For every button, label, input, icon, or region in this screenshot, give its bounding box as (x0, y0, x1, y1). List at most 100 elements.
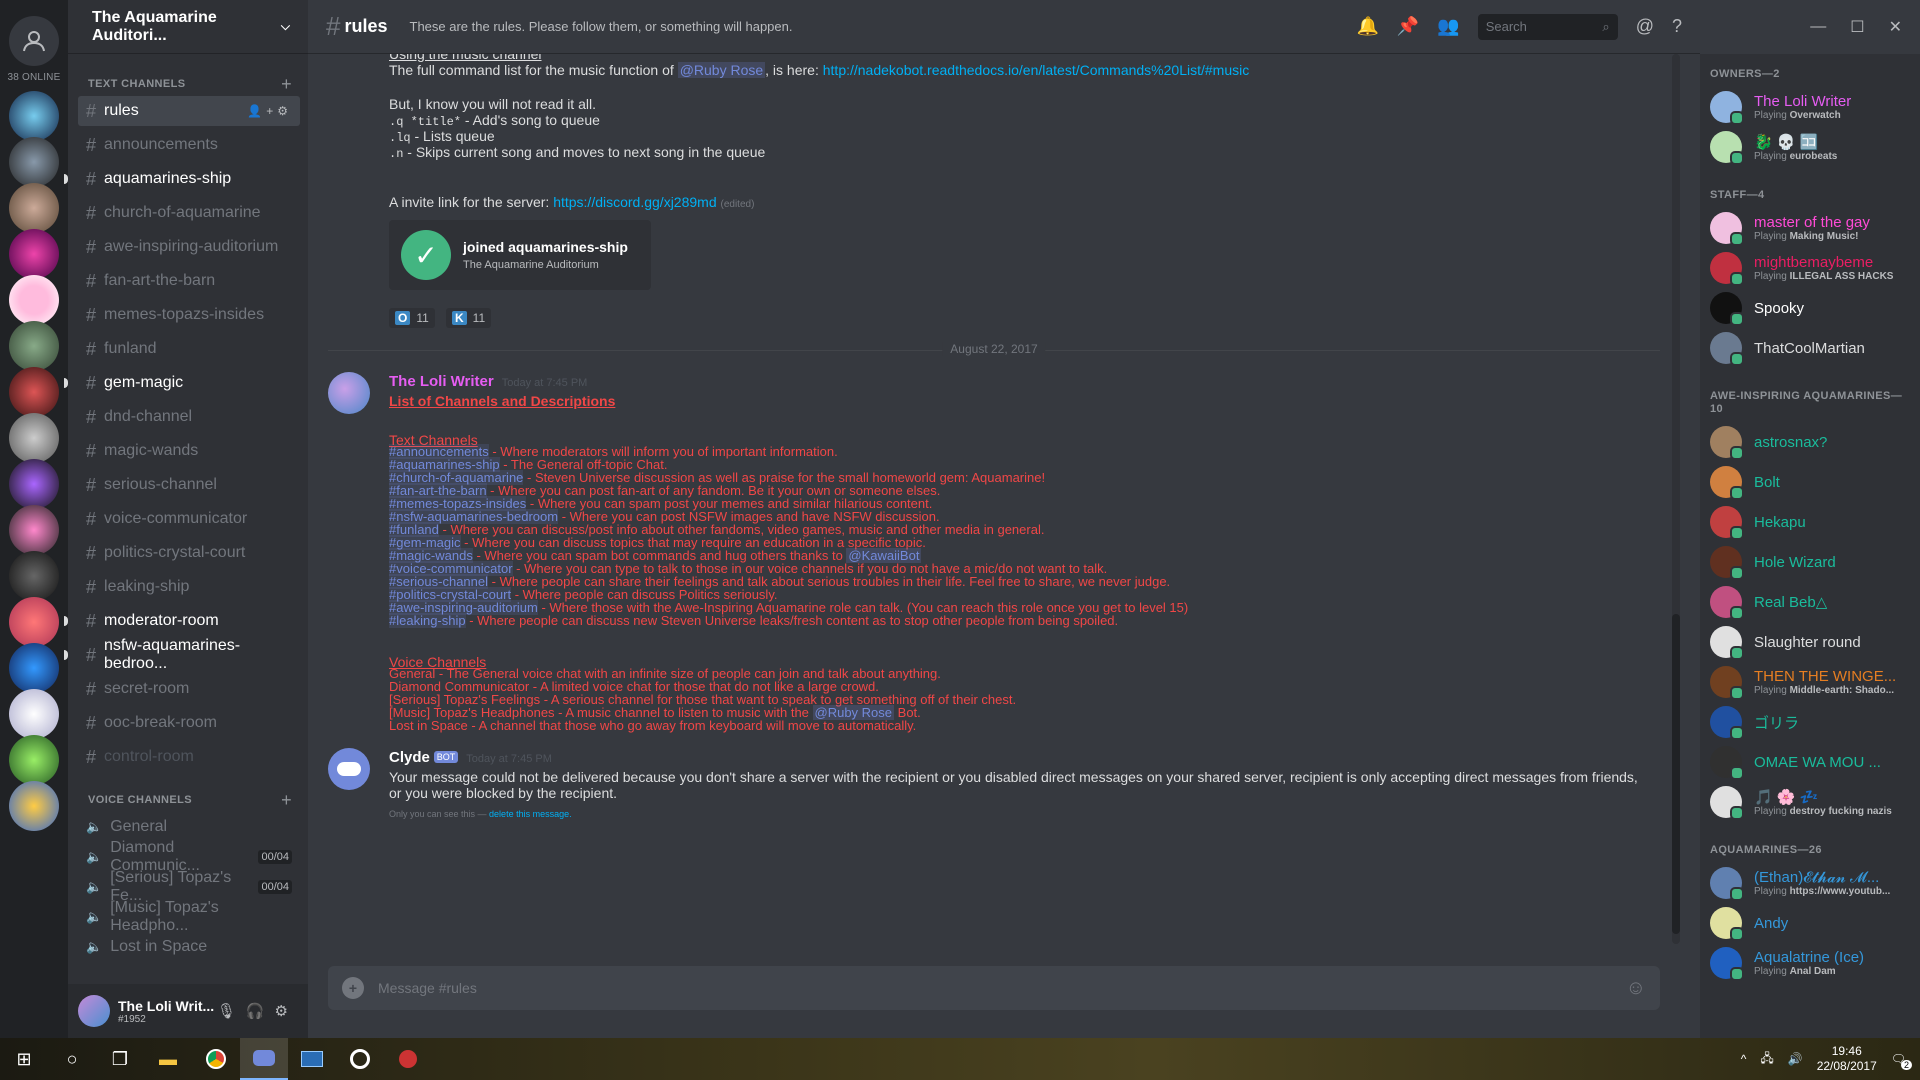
channel-item-voice-communicator[interactable]: # voice-communicator (78, 504, 300, 534)
channel-actions[interactable]: 👤+⚙ (247, 104, 292, 118)
member-item[interactable]: master of the gay Playing Making Music! (1700, 208, 1920, 248)
headphones-icon[interactable]: 🎧 (246, 1003, 275, 1020)
bell-icon[interactable]: 🔔 (1356, 16, 1378, 37)
member-item[interactable]: 🐉 💀 🈁 Playing eurobeats (1700, 127, 1920, 167)
channel-item-ooc-break-room[interactable]: # ooc-break-room (78, 708, 300, 738)
delete-message-link[interactable]: delete this message. (489, 809, 572, 819)
upload-plus-icon[interactable]: + (342, 977, 364, 999)
network-icon[interactable]: 🖧 (1760, 1049, 1773, 1070)
search-input[interactable]: Search ⌕ (1477, 13, 1618, 40)
file-explorer-icon[interactable]: ▬ (144, 1038, 192, 1080)
member-item[interactable]: Andy (1700, 903, 1920, 943)
server-icon[interactable] (9, 137, 59, 187)
clock[interactable]: 19:46 22/08/2017 (1817, 1044, 1877, 1074)
minimize-icon[interactable]: — (1810, 18, 1826, 36)
server-icon[interactable] (9, 643, 59, 693)
server-icon[interactable] (9, 275, 59, 325)
reaction[interactable]: O 11 (389, 308, 435, 328)
member-item[interactable]: Real Beb△ (1700, 582, 1920, 622)
server-icon[interactable] (9, 505, 59, 555)
channel-item-memes-topazs-insides[interactable]: # memes-topazs-insides (78, 300, 300, 330)
author-name[interactable]: The Loli Writer (389, 373, 494, 390)
server-icon[interactable] (9, 781, 59, 831)
avatar[interactable] (328, 372, 370, 414)
user-mention[interactable]: @Ruby Rose (677, 62, 766, 78)
cortana-icon[interactable]: ○ (48, 1038, 96, 1080)
server-icon[interactable] (9, 459, 59, 509)
message-composer[interactable]: + Message #rules ☺ (328, 966, 1660, 1010)
member-item[interactable]: OMAE WA MOU ... (1700, 742, 1920, 782)
add-channel-icon[interactable]: + (281, 74, 292, 95)
friends-home-button[interactable] (9, 16, 59, 66)
server-icon[interactable] (9, 229, 59, 279)
channel-item-aquamarines-ship[interactable]: # aquamarines-ship (64, 164, 300, 194)
channel-item-church-of-aquamarine[interactable]: # church-of-aquamarine (78, 198, 300, 228)
member-item[interactable]: mightbemaybeme Playing ILLEGAL ASS HACKS (1700, 248, 1920, 288)
member-item[interactable]: Slaughter round (1700, 622, 1920, 662)
channel-item-secret-room[interactable]: # secret-room (78, 674, 300, 704)
channel-item-control-room[interactable]: # control-room (78, 742, 300, 772)
channel-item-serious-channel[interactable]: # serious-channel (78, 470, 300, 500)
app-taskbar-icon[interactable] (384, 1038, 432, 1080)
voice-channel-item[interactable]: 🔈 General (78, 812, 300, 842)
add-channel-icon[interactable]: + (281, 790, 292, 811)
member-item[interactable]: Spooky (1700, 288, 1920, 328)
mention-icon[interactable]: @ (1636, 16, 1654, 37)
server-icon[interactable] (9, 321, 59, 371)
invite-embed[interactable]: ✓ joined aquamarines-ship The Aquamarine… (389, 220, 651, 290)
text-channels-category[interactable]: TEXT CHANNELS + (68, 72, 308, 96)
channel-item-politics-crystal-court[interactable]: # politics-crystal-court (78, 538, 300, 568)
server-icon[interactable] (9, 597, 59, 647)
windows-start-icon[interactable]: ⊞ (0, 1038, 48, 1080)
voice-channel-item[interactable]: 🔈 Lost in Space (78, 932, 300, 962)
music-doc-link[interactable]: http://nadekobot.readthedocs.io/en/lates… (823, 62, 1249, 78)
chevron-up-icon[interactable]: ^ (1741, 1052, 1747, 1066)
scrollbar-thumb[interactable] (1672, 614, 1680, 934)
channel-item-rules[interactable]: # rules 👤+⚙ (78, 96, 300, 126)
close-icon[interactable]: ✕ (1889, 17, 1902, 37)
member-item[interactable]: Hekapu (1700, 502, 1920, 542)
server-icon[interactable] (9, 689, 59, 739)
member-item[interactable]: Aqualatrine (Ice) Playing Anal Dam (1700, 943, 1920, 983)
maximize-icon[interactable]: ☐ (1850, 17, 1864, 37)
member-item[interactable]: The Loli Writer Playing Overwatch (1700, 87, 1920, 127)
channel-item-announcements[interactable]: # announcements (78, 130, 300, 160)
server-icon[interactable] (9, 735, 59, 785)
avatar[interactable] (328, 748, 370, 790)
channel-item-leaking-ship[interactable]: # leaking-ship (78, 572, 300, 602)
reaction[interactable]: K 11 (446, 308, 492, 328)
invite-link[interactable]: https://discord.gg/xj289md (553, 194, 716, 210)
pin-icon[interactable]: 📌 (1397, 16, 1419, 37)
channel-item-moderator-room[interactable]: # moderator-room (64, 606, 300, 636)
guild-header[interactable]: The Aquamarine Auditori... ⌵ (68, 0, 308, 54)
volume-icon[interactable]: 🔊 (1788, 1052, 1803, 1066)
scrollbar[interactable] (1672, 54, 1680, 944)
channel-item-magic-wands[interactable]: # magic-wands (78, 436, 300, 466)
channel-item-gem-magic[interactable]: # gem-magic (64, 368, 300, 398)
voice-channel-item[interactable]: 🔈 Diamond Communic... 00/04 (78, 839, 300, 874)
channel-item-awe-inspiring-auditorium[interactable]: # awe-inspiring-auditorium (78, 232, 300, 262)
app-taskbar-icon[interactable] (288, 1038, 336, 1080)
channel-topic[interactable]: These are the rules. Please follow them,… (410, 19, 793, 34)
channel-item-funland[interactable]: # funland (78, 334, 300, 364)
member-item[interactable]: 🎵 🌸 💤 Playing destroy fucking nazis (1700, 782, 1920, 822)
voice-channel-item[interactable]: 🔈 [Serious] Topaz's Fe... 00/04 (78, 869, 300, 904)
overwatch-icon[interactable] (336, 1038, 384, 1080)
server-icon[interactable] (9, 413, 59, 463)
discord-taskbar-icon[interactable] (240, 1038, 288, 1080)
channel-mention[interactable]: #leaking-ship (389, 613, 466, 628)
voice-channel-item[interactable]: 🔈 [Music] Topaz's Headpho... (78, 899, 300, 934)
help-icon[interactable]: ? (1672, 16, 1682, 37)
members-icon[interactable]: 👥 (1437, 16, 1459, 37)
server-icon[interactable] (9, 551, 59, 601)
member-item[interactable]: Bolt (1700, 462, 1920, 502)
channel-item-fan-art-the-barn[interactable]: # fan-art-the-barn (78, 266, 300, 296)
notifications-icon[interactable]: 🗨 2 (1891, 1052, 1912, 1070)
server-icon[interactable] (9, 183, 59, 233)
member-item[interactable]: Hole Wizard (1700, 542, 1920, 582)
channel-item-dnd-channel[interactable]: # dnd-channel (78, 402, 300, 432)
author-name[interactable]: Clyde (389, 749, 430, 766)
voice-channels-category[interactable]: VOICE CHANNELS + (68, 788, 308, 812)
member-item[interactable]: (Ethan)𝓔𝓽𝓱𝓪𝓷 𝓜... Playing https://www.you… (1700, 863, 1920, 903)
member-item[interactable]: ゴリラ (1700, 702, 1920, 742)
